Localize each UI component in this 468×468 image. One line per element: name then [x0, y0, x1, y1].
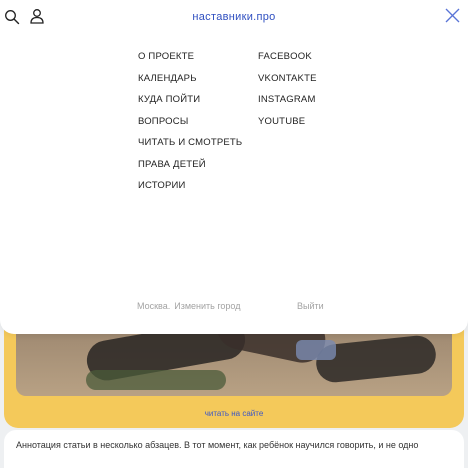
navigation-menu: наставники.про О ПРОЕКТЕ КАЛЕНДАРЬ КУДА …	[0, 0, 468, 334]
change-city-link[interactable]: Изменить город	[174, 301, 240, 311]
article-annotation-card: Аннотация статьи в несколько абзацев. В …	[4, 430, 464, 468]
read-on-site-link[interactable]: читать на сайте	[0, 409, 468, 418]
menu-item-about[interactable]: О ПРОЕКТЕ	[138, 46, 242, 68]
city-selector: Москва. Изменить город	[137, 301, 241, 311]
top-bar: наставники.про	[0, 0, 468, 34]
menu-item-stories[interactable]: ИСТОРИИ	[138, 175, 242, 197]
photo-figure	[86, 370, 226, 390]
menu-item-questions[interactable]: ВОПРОСЫ	[138, 111, 242, 133]
menu-item-where-to-go[interactable]: КУДА ПОЙТИ	[138, 89, 242, 111]
site-logo[interactable]: наставники.про	[0, 11, 468, 23]
social-link-youtube[interactable]: YOUTUBE	[258, 111, 317, 133]
social-link-instagram[interactable]: INSTAGRAM	[258, 89, 317, 111]
menu-item-read-and-watch[interactable]: ЧИТАТЬ И СМОТРЕТЬ	[138, 132, 242, 154]
menu-item-calendar[interactable]: КАЛЕНДАРЬ	[138, 68, 242, 90]
menu-item-children-rights[interactable]: ПРАВА ДЕТЕЙ	[138, 154, 242, 176]
close-icon[interactable]	[445, 8, 460, 23]
photo-figure	[296, 340, 336, 360]
social-link-vkontakte[interactable]: VKONTAKTE	[258, 68, 317, 90]
main-menu: О ПРОЕКТЕ КАЛЕНДАРЬ КУДА ПОЙТИ ВОПРОСЫ Ч…	[138, 46, 242, 197]
logout-link[interactable]: Выйти	[297, 301, 324, 311]
current-city: Москва.	[137, 301, 171, 311]
social-menu: FACEBOOK VKONTAKTE INSTAGRAM YOUTUBE	[258, 46, 317, 132]
social-link-facebook[interactable]: FACEBOOK	[258, 46, 317, 68]
article-annotation: Аннотация статьи в несколько абзацев. В …	[16, 440, 419, 450]
